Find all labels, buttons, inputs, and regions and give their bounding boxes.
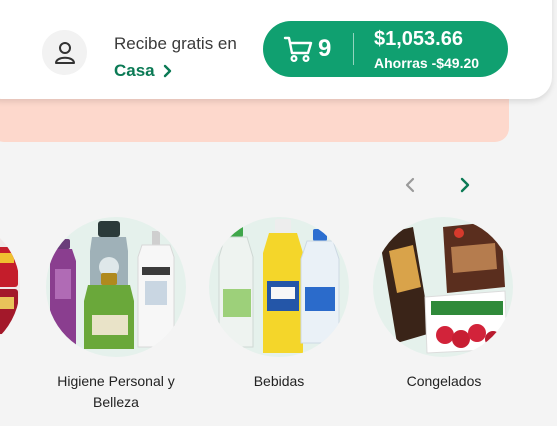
- account-button[interactable]: [42, 30, 87, 75]
- page: Recibe gratis en Casa 9 $1,053.66 Ahorra…: [0, 0, 557, 426]
- delivery-label: Recibe gratis en: [114, 34, 237, 53]
- category-item-partial[interactable]: [0, 217, 20, 357]
- delivery-destination-link[interactable]: Casa: [114, 61, 172, 81]
- chevron-left-icon: [405, 177, 415, 193]
- carousel-prev-button[interactable]: [400, 174, 420, 196]
- category-image-frozen[interactable]: [373, 217, 513, 357]
- cart-divider: [353, 33, 354, 65]
- header-bar: Recibe gratis en Casa 9 $1,053.66 Ahorra…: [0, 0, 552, 99]
- cart-button[interactable]: 9 $1,053.66 Ahorras -$49.20: [263, 21, 508, 77]
- category-image-personal-care[interactable]: [46, 217, 186, 357]
- cart-count: 9: [318, 35, 332, 62]
- delivery-destination: Casa: [114, 61, 155, 80]
- category-image-beverages[interactable]: [209, 217, 349, 357]
- chevron-right-icon: [163, 64, 171, 78]
- cart-total: $1,053.66: [374, 28, 463, 50]
- carousel-next-button[interactable]: [455, 174, 475, 196]
- category-label-personal-care[interactable]: Higiene Personal y Belleza: [36, 371, 196, 413]
- category-label-beverages[interactable]: Bebidas: [199, 371, 359, 392]
- category-image-partial: [0, 247, 18, 334]
- category-label-frozen[interactable]: Congelados: [364, 371, 524, 392]
- user-icon: [54, 41, 75, 64]
- chevron-right-icon: [460, 177, 470, 193]
- cart-savings: Ahorras -$49.20: [374, 55, 480, 71]
- cart-icon: [283, 36, 313, 63]
